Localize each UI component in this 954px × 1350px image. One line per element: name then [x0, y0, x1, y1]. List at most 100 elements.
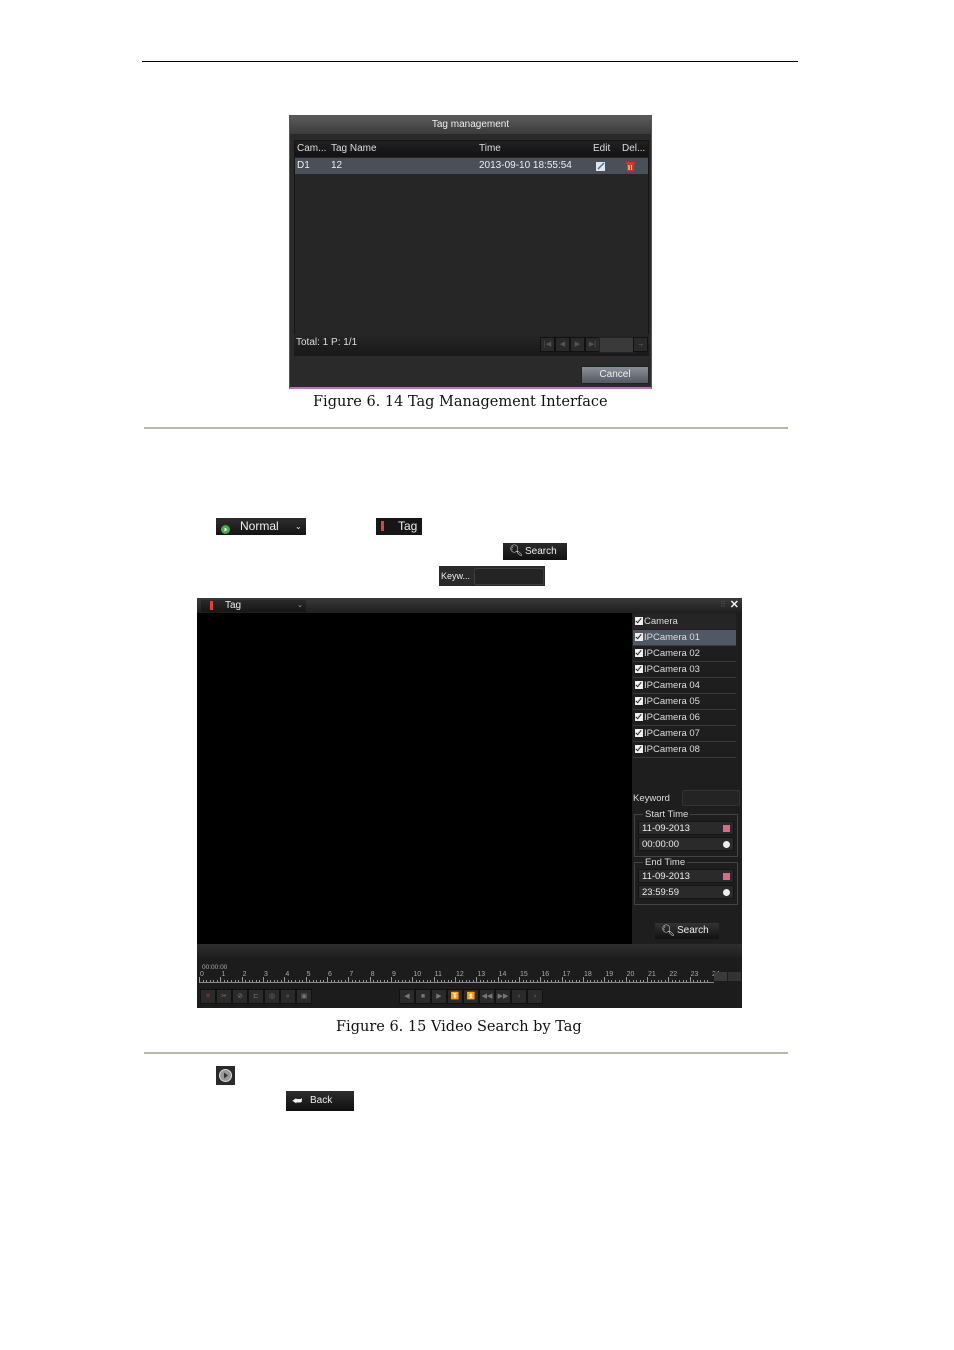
play-button[interactable] [216, 1066, 235, 1085]
zoom-in-button[interactable] [728, 972, 741, 981]
camera-item[interactable]: IPCamera 04 [633, 678, 736, 694]
search-type-dropdown[interactable]: Tag ⌄ [201, 600, 306, 612]
zoom-icon[interactable]: ⌕ [280, 989, 296, 1004]
timeline-major-tick [583, 977, 584, 982]
keyword-input[interactable] [474, 568, 544, 585]
timeline-minor-tick [650, 980, 652, 982]
timeline-minor-tick [636, 980, 638, 982]
prev-day-icon[interactable]: ‹ [511, 989, 527, 1004]
mute-icon[interactable]: ✕ [200, 989, 216, 1004]
end-date-field[interactable]: 11-09-2013 [638, 869, 734, 883]
checkbox-icon [635, 729, 643, 737]
column-header-camera[interactable]: Cam... [297, 141, 326, 157]
next-day-icon[interactable]: › [527, 989, 543, 1004]
calendar-icon[interactable] [723, 873, 730, 880]
search-button[interactable]: 🔍︎ Search [655, 923, 719, 939]
camera-item[interactable]: IPCamera 06 [633, 710, 736, 726]
first-page-icon[interactable]: |◀ [540, 337, 555, 352]
timeline-minor-tick [703, 980, 705, 982]
search-type-label: Tag [225, 600, 242, 611]
timeline-hour-label: 9 [392, 971, 396, 978]
timeline-minor-tick [483, 980, 485, 982]
start-time-field[interactable]: 00:00:00 [638, 837, 734, 851]
clock-icon[interactable] [723, 841, 730, 848]
end-time-field[interactable]: 23:59:59 [638, 885, 734, 899]
slow-icon[interactable]: ⏬ [447, 989, 463, 1004]
timeline-minor-tick [437, 980, 439, 982]
close-icon[interactable]: ✕ [730, 598, 739, 611]
timeline-minor-tick [472, 980, 474, 982]
calendar-icon[interactable] [723, 825, 730, 832]
timeline-minor-tick [490, 980, 492, 982]
column-header-time[interactable]: Time [479, 141, 501, 157]
arrow-right-icon[interactable]: → [633, 337, 648, 352]
timeline-minor-tick [376, 980, 378, 982]
timeline-minor-tick [479, 980, 481, 982]
camera-header-checkbox[interactable]: Camera [633, 614, 736, 629]
custom-tag-icon[interactable]: ◎ [264, 989, 280, 1004]
zoom-out-button[interactable] [714, 972, 727, 981]
drag-handle-icon[interactable]: ⠿ [720, 600, 726, 609]
timeline-major-tick [561, 977, 563, 982]
back-button[interactable]: ⮨ Back [286, 1091, 354, 1111]
search-button[interactable]: 🔍︎ Search [503, 543, 567, 560]
camera-item[interactable]: IPCamera 05 [633, 694, 736, 710]
timeline-major-tick [327, 977, 328, 982]
timeline-minor-tick [536, 980, 538, 982]
timeline-minor-tick [302, 980, 304, 982]
edit-icon[interactable] [596, 161, 606, 177]
timeline-minor-tick [675, 980, 677, 982]
search-icon: 🔍︎ [509, 545, 523, 557]
table-row[interactable]: D1 12 2013-09-10 18:55:54 [295, 158, 648, 174]
camera-item[interactable]: IPCamera 02 [633, 646, 736, 662]
lock-icon[interactable]: ⊘ [232, 989, 248, 1004]
timeline[interactable]: 00:00:00 0 1 2 3 4 5 6 7 8 9 10 11 12 13 14 15 16 17 18 19 2… [199, 962, 720, 984]
normal-dropdown[interactable]: Normal ⌄ [216, 518, 306, 535]
next-page-icon[interactable]: ▶ [570, 337, 585, 352]
start-date-field[interactable]: 11-09-2013 [638, 821, 734, 835]
clip-icon[interactable]: ✂ [216, 989, 232, 1004]
camera-header-label: Camera [644, 616, 678, 627]
column-header-edit[interactable]: Edit [593, 141, 610, 157]
timeline-minor-tick [494, 980, 496, 982]
column-header-tag-name[interactable]: Tag Name [331, 141, 377, 157]
tag-add-icon[interactable]: ⊏ [248, 989, 264, 1004]
snapshot-icon[interactable]: ▣ [296, 989, 312, 1004]
timeline-minor-tick [657, 980, 659, 982]
column-header-delete[interactable]: Del... [622, 141, 645, 157]
forward-30s-icon[interactable]: ▶▶ [495, 989, 511, 1004]
progress-bar[interactable] [197, 944, 742, 958]
tag-table: Cam... Tag Name Time Edit Del... D1 12 2… [294, 140, 649, 336]
last-page-icon[interactable]: ▶| [585, 337, 600, 352]
timeline-minor-tick [458, 980, 460, 982]
timeline-minor-tick [209, 980, 211, 982]
keyword-field: Keyw... [439, 566, 545, 586]
prev-page-icon[interactable]: ◀ [555, 337, 570, 352]
timeline-major-tick [604, 977, 606, 982]
page-input[interactable] [599, 337, 634, 353]
camera-item[interactable]: IPCamera 08 [633, 742, 736, 758]
timeline-minor-tick [298, 980, 300, 982]
keyword-input[interactable] [682, 790, 740, 806]
clock-icon[interactable] [723, 889, 730, 896]
timeline-minor-tick [462, 980, 464, 982]
camera-item[interactable]: IPCamera 01 [633, 630, 736, 646]
tag-button[interactable]: Tag [376, 518, 422, 535]
stop-icon[interactable]: ■ [415, 989, 431, 1004]
timeline-minor-tick [547, 980, 549, 982]
timeline-hour-label: 1 [221, 971, 226, 978]
total-label: Total: 1 P: 1/1 [296, 337, 358, 348]
timeline-major-tick [519, 977, 520, 982]
timeline-minor-tick [654, 980, 656, 982]
start-time-group: Start Time 11-09-2013 00:00:00 [634, 809, 738, 857]
camera-item[interactable]: IPCamera 03 [633, 662, 736, 678]
play-icon[interactable]: ▶ [431, 989, 447, 1004]
video-playback-area[interactable] [197, 613, 632, 944]
rewind-30s-icon[interactable]: ◀◀ [479, 989, 495, 1004]
fast-icon[interactable]: ⏫ [463, 989, 479, 1004]
cancel-button[interactable]: Cancel [581, 366, 649, 384]
camera-item[interactable]: IPCamera 07 [633, 726, 736, 742]
trash-icon[interactable] [626, 161, 635, 177]
reverse-play-icon[interactable]: ◀ [399, 989, 415, 1004]
timeline-minor-tick [213, 980, 215, 982]
